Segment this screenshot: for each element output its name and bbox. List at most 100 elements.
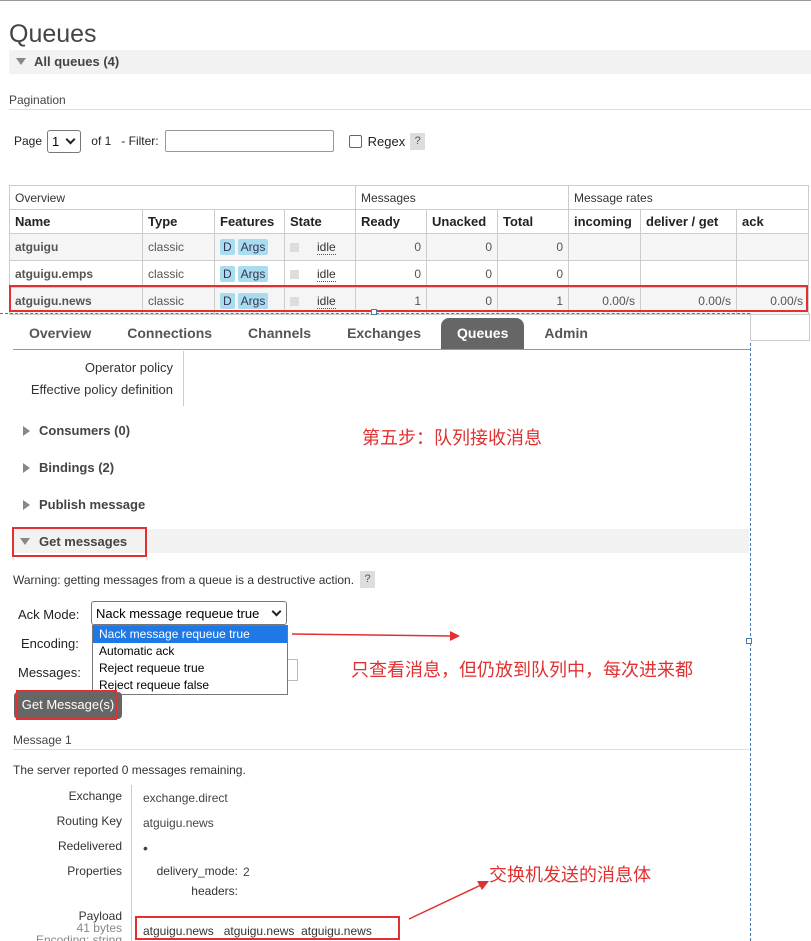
durable-badge: D: [220, 239, 235, 255]
queue-ready: 0: [355, 233, 427, 261]
args-badge: Args: [237, 239, 269, 255]
delivery-mode-key: delivery_mode:: [156, 864, 238, 878]
queue-state: idle: [284, 260, 356, 288]
queue-deliver: [640, 260, 737, 288]
option-reject-requeue-false[interactable]: Reject requeue false: [93, 677, 287, 694]
message-props-divider: [131, 785, 132, 941]
exchange-key: Exchange: [68, 789, 122, 803]
durable-badge: D: [220, 266, 235, 282]
warning-help-icon[interactable]: ?: [360, 571, 376, 588]
queue-incoming: [568, 233, 641, 261]
resize-handle[interactable]: [746, 638, 752, 644]
pagination-label: Pagination: [9, 93, 66, 107]
annotation-exchange-body: 交换机发送的消息体: [489, 865, 651, 886]
collapse-triangle-icon: [16, 58, 26, 65]
queue-features: D Args: [214, 233, 285, 261]
col-deliver-get[interactable]: deliver / get: [640, 209, 737, 234]
queue-state: idle: [284, 233, 356, 261]
queue-name[interactable]: atguigu.emps: [9, 260, 143, 288]
tab-exchanges[interactable]: Exchanges: [331, 318, 437, 349]
ack-mode-dropdown: Nack message requeue true Automatic ack …: [92, 625, 288, 695]
queue-name[interactable]: atguigu: [9, 233, 143, 261]
col-ack[interactable]: ack: [736, 209, 809, 234]
highlight-news-row: [9, 285, 808, 312]
page-select[interactable]: 1: [47, 129, 82, 153]
redelivered-value: •: [143, 840, 148, 856]
col-features[interactable]: Features: [214, 209, 285, 234]
chevron-down-icon: [65, 134, 76, 145]
arrow-to-payload: [408, 881, 489, 920]
col-state[interactable]: State: [284, 209, 356, 234]
arrow-to-note: [291, 631, 460, 641]
background-cell: [750, 313, 810, 341]
table-row[interactable]: atguigu.emps classic D Args idle 0 0 0: [9, 260, 809, 288]
payload-encoding: Encoding: string: [35, 933, 122, 941]
main-nav: Overview Connections Channels Exchanges …: [13, 318, 750, 350]
effective-policy-label: Effective policy definition: [30, 382, 173, 397]
pagination-divider: [9, 109, 811, 110]
bindings-label: Bindings (2): [39, 460, 115, 475]
args-badge: Args: [237, 266, 269, 282]
messages-label: Messages:: [18, 665, 81, 680]
filter-input[interactable]: [164, 130, 334, 152]
chevron-down-icon: [271, 606, 282, 617]
queue-unacked: 0: [426, 260, 498, 288]
queue-ready: 0: [355, 260, 427, 288]
queue-ack: [736, 260, 809, 288]
col-unacked[interactable]: Unacked: [426, 209, 498, 234]
col-total[interactable]: Total: [497, 209, 569, 234]
headers-key: headers:: [191, 884, 238, 898]
option-automatic-ack[interactable]: Automatic ack: [93, 643, 287, 660]
resize-handle[interactable]: [371, 309, 377, 315]
message-divider: [13, 749, 749, 750]
col-name[interactable]: Name: [9, 209, 143, 234]
col-incoming[interactable]: incoming: [568, 209, 641, 234]
tab-overview[interactable]: Overview: [13, 318, 107, 349]
col-type[interactable]: Type: [142, 209, 215, 234]
state-label: idle: [317, 240, 336, 255]
screenshot-border-right: [750, 313, 751, 941]
regex-help-icon[interactable]: ?: [410, 132, 426, 150]
tab-channels[interactable]: Channels: [232, 318, 327, 349]
payload-value: atguigu.news atguigu.news atguigu.news: [143, 924, 372, 938]
warning-row: Warning: getting messages from a queue i…: [13, 571, 376, 588]
bindings-toggle[interactable]: Bindings (2): [23, 460, 114, 475]
filter-label: - Filter:: [121, 134, 159, 148]
warning-text: Warning: getting messages from a queue i…: [13, 572, 355, 587]
regex-checkbox[interactable]: [348, 134, 362, 148]
all-queues-label: All queues (4): [34, 54, 120, 69]
tab-queues[interactable]: Queues: [441, 318, 525, 349]
queue-unacked: 0: [426, 233, 498, 261]
group-header-message-rates: Message rates: [568, 185, 809, 210]
all-queues-toggle[interactable]: All queues (4): [9, 50, 811, 74]
state-label: idle: [317, 267, 336, 282]
server-reported-text: The server reported 0 messages remaining…: [13, 763, 246, 777]
pagination-row: Page 1 of 1 - Filter: Regex ?: [14, 128, 426, 154]
ack-mode-label: Ack Mode:: [18, 607, 80, 622]
publish-label: Publish message: [39, 497, 146, 512]
publish-toggle[interactable]: Publish message: [23, 497, 145, 512]
expand-triangle-icon: [23, 462, 30, 473]
operator-policy-label: Operator policy: [84, 360, 173, 375]
group-header-overview: Overview: [9, 185, 356, 210]
server-reported-suffix: messages remaining.: [128, 763, 246, 777]
consumers-label: Consumers (0): [39, 423, 131, 438]
option-nack-requeue[interactable]: Nack message requeue true: [93, 626, 287, 643]
page-select-value: 1: [52, 133, 60, 149]
redelivered-key: Redelivered: [57, 839, 122, 853]
annotation-step5: 第五步：队列接收消息: [362, 428, 542, 449]
queue-type: classic: [142, 260, 215, 288]
expand-triangle-icon: [23, 499, 30, 510]
server-reported-prefix: The server reported: [13, 763, 122, 777]
page-of-label: of 1: [91, 134, 112, 148]
table-row[interactable]: atguigu classic D Args idle 0 0 0: [9, 233, 809, 261]
col-ready[interactable]: Ready: [355, 209, 427, 234]
encoding-label: Encoding:: [21, 636, 79, 651]
option-reject-requeue-true[interactable]: Reject requeue true: [93, 660, 287, 677]
message-heading: Message 1: [13, 733, 72, 747]
ack-mode-select[interactable]: Nack message requeue true: [91, 601, 287, 625]
queue-total: 0: [497, 233, 569, 261]
consumers-toggle[interactable]: Consumers (0): [23, 423, 130, 438]
tab-admin[interactable]: Admin: [528, 318, 604, 349]
tab-connections[interactable]: Connections: [111, 318, 228, 349]
